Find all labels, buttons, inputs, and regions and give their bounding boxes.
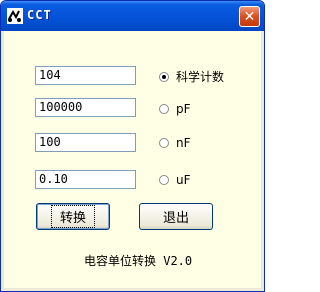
radio-scientific[interactable]: 科学计数 xyxy=(159,68,224,85)
exit-button[interactable]: 退出 xyxy=(139,203,213,230)
radio-nf[interactable]: nF xyxy=(159,136,191,150)
radio-label: uF xyxy=(176,173,191,187)
title-bar[interactable]: CCT ✕ xyxy=(1,1,264,31)
convert-button[interactable]: 转换 xyxy=(36,203,110,230)
close-button[interactable]: ✕ xyxy=(239,6,260,27)
radio-button[interactable] xyxy=(159,175,169,185)
radio-button[interactable] xyxy=(159,104,169,114)
radio-label: pF xyxy=(176,102,191,116)
radio-label: nF xyxy=(176,136,191,150)
scientific-input[interactable]: 104 xyxy=(35,66,136,85)
radio-button[interactable] xyxy=(159,138,169,148)
convert-button-label: 转换 xyxy=(50,205,96,228)
nf-input[interactable]: 100 xyxy=(35,133,136,152)
radio-button-checked[interactable] xyxy=(159,71,169,82)
version-label: 电容单位转换 V2.0 xyxy=(84,254,193,268)
exit-button-label: 退出 xyxy=(162,211,189,226)
radio-label: 科学计数 xyxy=(176,70,225,84)
close-icon: ✕ xyxy=(243,8,256,25)
window-title: CCT xyxy=(27,8,52,22)
pf-input[interactable]: 100000 xyxy=(35,98,136,117)
app-icon xyxy=(7,8,23,24)
radio-uf[interactable]: uF xyxy=(159,173,191,187)
radio-pf[interactable]: pF xyxy=(159,102,191,116)
uf-input[interactable]: 0.10 xyxy=(35,170,136,189)
app-window: CCT ✕ 104 100000 100 0.10 科学计数 pF nF uF … xyxy=(0,0,265,292)
client-area: 104 100000 100 0.10 科学计数 pF nF uF 转换 退出 … xyxy=(4,31,261,288)
